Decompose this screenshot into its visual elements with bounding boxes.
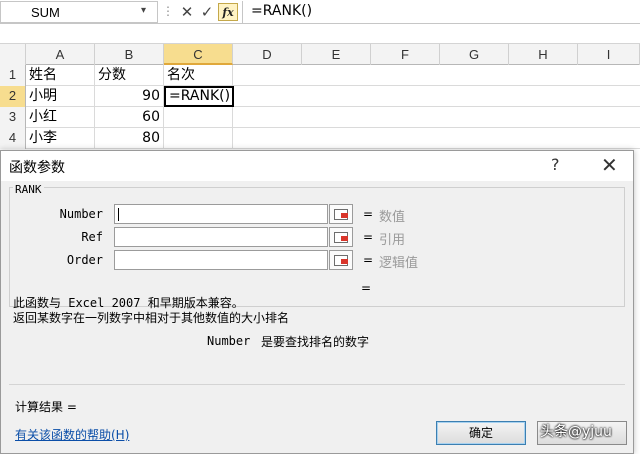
name-box-value: SUM bbox=[31, 5, 60, 20]
cell-c1[interactable]: 名次 bbox=[164, 65, 233, 86]
insert-function-button[interactable]: fx bbox=[218, 3, 238, 21]
equals-sign: = bbox=[363, 253, 374, 267]
cell-c2-active[interactable]: =RANK() bbox=[164, 86, 234, 107]
arg-hint-number: 数值 bbox=[379, 210, 406, 225]
column-header-a[interactable]: A bbox=[26, 44, 95, 65]
collapse-dialog-button[interactable] bbox=[329, 227, 353, 247]
ok-button[interactable]: 确定 bbox=[436, 421, 526, 445]
function-result-equals: = bbox=[361, 281, 372, 295]
calculation-result: 计算结果 = bbox=[15, 400, 77, 414]
column-header-e[interactable]: E bbox=[302, 44, 371, 65]
range-select-icon bbox=[334, 209, 348, 220]
ribbon-gap bbox=[0, 24, 640, 44]
arg-hint-order: 逻辑值 bbox=[379, 256, 419, 271]
column-header-c[interactable]: C bbox=[164, 44, 233, 65]
column-header-g[interactable]: G bbox=[440, 44, 509, 65]
cancel-icon[interactable]: ✕ bbox=[178, 3, 196, 21]
divider bbox=[9, 384, 625, 385]
arg-hint-ref: 引用 bbox=[379, 233, 406, 248]
param-description: 是要查找排名的数字 bbox=[261, 335, 370, 349]
help-icon[interactable]: ? bbox=[551, 155, 560, 174]
column-header-i[interactable]: I bbox=[578, 44, 640, 65]
table-row: 4 小李 80 bbox=[0, 128, 640, 149]
dialog-title-bar[interactable]: 函数参数 ? ✕ bbox=[1, 151, 633, 181]
formula-input[interactable]: =RANK() bbox=[242, 1, 640, 23]
range-select-icon bbox=[334, 232, 348, 243]
arg-label-number: Number bbox=[59, 207, 103, 221]
function-arguments-dialog: 函数参数 ? ✕ RANK Number = 数值 Ref = 引用 Order… bbox=[0, 150, 634, 454]
function-help-link[interactable]: 有关该函数的帮助(H) bbox=[15, 426, 129, 443]
select-all-corner[interactable] bbox=[0, 44, 26, 65]
row-header[interactable]: 3 bbox=[0, 107, 26, 128]
range-select-icon bbox=[334, 255, 348, 266]
equals-sign: = bbox=[363, 207, 374, 221]
collapse-dialog-button[interactable] bbox=[329, 204, 353, 224]
chevron-down-icon[interactable]: ▾ bbox=[141, 5, 146, 16]
collapse-dialog-button[interactable] bbox=[329, 250, 353, 270]
ref-input[interactable] bbox=[114, 227, 328, 247]
name-box[interactable]: SUM ▾ bbox=[0, 1, 158, 23]
table-row: 1 姓名 分数 名次 bbox=[0, 65, 640, 86]
arg-label-ref: Ref bbox=[81, 230, 103, 244]
cell-b2[interactable]: 90 bbox=[95, 86, 164, 107]
enter-check-icon[interactable]: ✓ bbox=[198, 3, 216, 21]
param-name: Number bbox=[207, 334, 251, 348]
row-header[interactable]: 1 bbox=[0, 65, 26, 86]
cell-c3[interactable] bbox=[164, 107, 233, 128]
formula-text: =RANK() bbox=[251, 3, 313, 19]
formula-buttons: ⋮ ✕ ✓ fx bbox=[158, 1, 242, 23]
table-row: 3 小红 60 bbox=[0, 107, 640, 128]
cell-b4[interactable]: 80 bbox=[95, 128, 164, 149]
row-header[interactable]: 2 bbox=[0, 86, 26, 107]
resize-handle-icon[interactable]: ⋮ bbox=[162, 4, 174, 18]
row-header[interactable]: 4 bbox=[0, 128, 26, 149]
text-cursor bbox=[118, 208, 119, 221]
equals-sign: = bbox=[363, 230, 374, 244]
watermark: 头条@yjuu bbox=[540, 424, 612, 440]
column-headers: A B C D E F G H I bbox=[0, 44, 640, 65]
cell-b1[interactable]: 分数 bbox=[95, 65, 164, 86]
column-header-d[interactable]: D bbox=[233, 44, 302, 65]
arg-label-order: Order bbox=[66, 253, 103, 267]
order-input[interactable] bbox=[114, 250, 328, 270]
close-icon[interactable]: ✕ bbox=[601, 153, 618, 177]
cell-c4[interactable] bbox=[164, 128, 233, 149]
table-row: 2 小明 90 =RANK() bbox=[0, 86, 640, 107]
dialog-title: 函数参数 bbox=[9, 160, 65, 176]
cell-a1[interactable]: 姓名 bbox=[26, 65, 95, 86]
number-input[interactable] bbox=[114, 204, 328, 224]
cell-a3[interactable]: 小红 bbox=[26, 107, 95, 128]
function-name-label: RANK bbox=[13, 183, 44, 196]
formula-bar: SUM ▾ ⋮ ✕ ✓ fx =RANK() bbox=[0, 0, 640, 24]
column-header-b[interactable]: B bbox=[95, 44, 164, 65]
cell-b3[interactable]: 60 bbox=[95, 107, 164, 128]
column-header-f[interactable]: F bbox=[371, 44, 440, 65]
cell-a4[interactable]: 小李 bbox=[26, 128, 95, 149]
function-description: 返回某数字在一列数字中相对于其他数值的大小排名 bbox=[13, 311, 290, 325]
column-header-h[interactable]: H bbox=[509, 44, 578, 65]
cell-a2[interactable]: 小明 bbox=[26, 86, 95, 107]
